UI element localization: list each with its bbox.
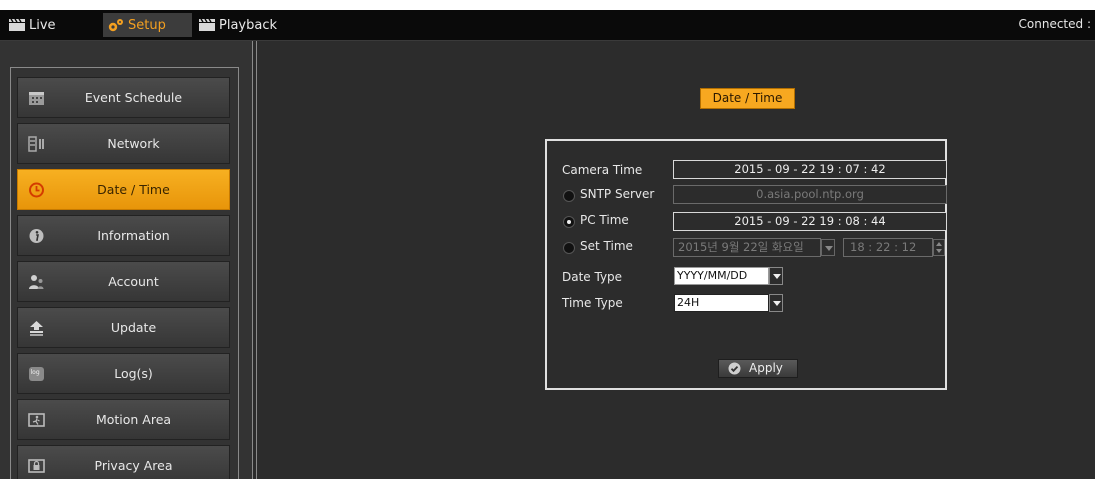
tab-playback[interactable]: Playback bbox=[198, 13, 278, 37]
sidebar-item-update[interactable]: Update bbox=[17, 307, 230, 348]
main-content: Date / Time Camera Time 2015 - 09 - 22 1… bbox=[256, 41, 1095, 479]
sidebar-item-label: Event Schedule bbox=[84, 90, 183, 105]
sidebar-item-information[interactable]: Information bbox=[17, 215, 230, 256]
tab-live[interactable]: Live bbox=[8, 13, 68, 37]
sidebar-item-label: Log(s) bbox=[114, 366, 153, 381]
date-type-label: Date Type bbox=[562, 270, 623, 284]
sidebar-item-label: Privacy Area bbox=[94, 458, 173, 473]
time-type-label: Time Type bbox=[562, 296, 623, 310]
sidebar-item-privacy-area[interactable]: Privacy Area bbox=[17, 445, 230, 479]
tab-playback-label: Playback bbox=[219, 17, 278, 33]
time-type-dropdown-icon[interactable] bbox=[769, 294, 783, 312]
settings-sidebar: Event Schedule Network Date / Time Infor… bbox=[0, 41, 253, 479]
sidebar-item-event-schedule[interactable]: Event Schedule bbox=[17, 77, 230, 118]
app-window: Live Setup Playback Connected : Event Sc… bbox=[0, 10, 1095, 479]
camera-time-label: Camera Time bbox=[562, 163, 643, 177]
sntp-server-radio[interactable] bbox=[563, 190, 575, 202]
apply-button[interactable]: Apply bbox=[718, 359, 798, 378]
camera-time-value: 2015 - 09 - 22 19 : 07 : 42 bbox=[673, 160, 947, 179]
sidebar-item-date-time[interactable]: Date / Time bbox=[17, 169, 230, 210]
sidebar-item-label: Motion Area bbox=[95, 412, 172, 427]
set-time-spinner-icon[interactable] bbox=[933, 239, 945, 256]
check-circle-icon bbox=[728, 362, 741, 375]
sidebar-item-account[interactable]: Account bbox=[17, 261, 230, 302]
gear-icon bbox=[108, 19, 123, 32]
clapper-icon bbox=[9, 18, 25, 31]
tab-setup-label: Setup bbox=[128, 17, 166, 33]
time-type-select[interactable]: 24H bbox=[674, 294, 769, 312]
connection-status: Connected : bbox=[1018, 17, 1091, 31]
date-type-dropdown-icon[interactable] bbox=[769, 267, 783, 285]
sidebar-item-label: Network bbox=[107, 136, 160, 151]
spinner-arrows-icon bbox=[936, 242, 942, 253]
apply-button-label: Apply bbox=[749, 361, 783, 375]
date-time-panel: Camera Time 2015 - 09 - 22 19 : 07 : 42 … bbox=[545, 139, 947, 390]
tab-live-label: Live bbox=[29, 17, 56, 33]
pc-time-value: 2015 - 09 - 22 19 : 08 : 44 bbox=[673, 212, 947, 231]
set-time-time-input[interactable]: 18 : 22 : 12 bbox=[843, 238, 933, 257]
date-type-select[interactable]: YYYY/MM/DD bbox=[674, 267, 769, 285]
pc-time-radio[interactable] bbox=[563, 216, 575, 228]
sidebar-item-logs[interactable]: log Log(s) bbox=[17, 353, 230, 394]
sntp-server-input[interactable]: 0.asia.pool.ntp.org bbox=[673, 185, 947, 204]
set-time-radio[interactable] bbox=[563, 242, 575, 254]
sidebar-item-motion-area[interactable]: Motion Area bbox=[17, 399, 230, 440]
page-title: Date / Time bbox=[700, 88, 795, 109]
clapper-icon bbox=[199, 18, 215, 31]
set-time-date-dropdown-icon[interactable] bbox=[821, 239, 835, 256]
sidebar-item-label: Update bbox=[110, 320, 157, 335]
sidebar-item-label: Information bbox=[97, 228, 170, 243]
sidebar-item-label: Date / Time bbox=[97, 182, 170, 197]
top-menu-bar: Live Setup Playback Connected : bbox=[0, 10, 1095, 41]
sidebar-item-network[interactable]: Network bbox=[17, 123, 230, 164]
set-time-label: Set Time bbox=[580, 239, 633, 253]
set-time-date-input[interactable]: 2015년 9월 22일 화요일 bbox=[673, 238, 821, 257]
pc-time-label: PC Time bbox=[580, 213, 629, 227]
sidebar-item-label: Account bbox=[108, 274, 159, 289]
tab-setup[interactable]: Setup bbox=[103, 13, 192, 37]
sntp-server-label: SNTP Server bbox=[580, 187, 655, 201]
